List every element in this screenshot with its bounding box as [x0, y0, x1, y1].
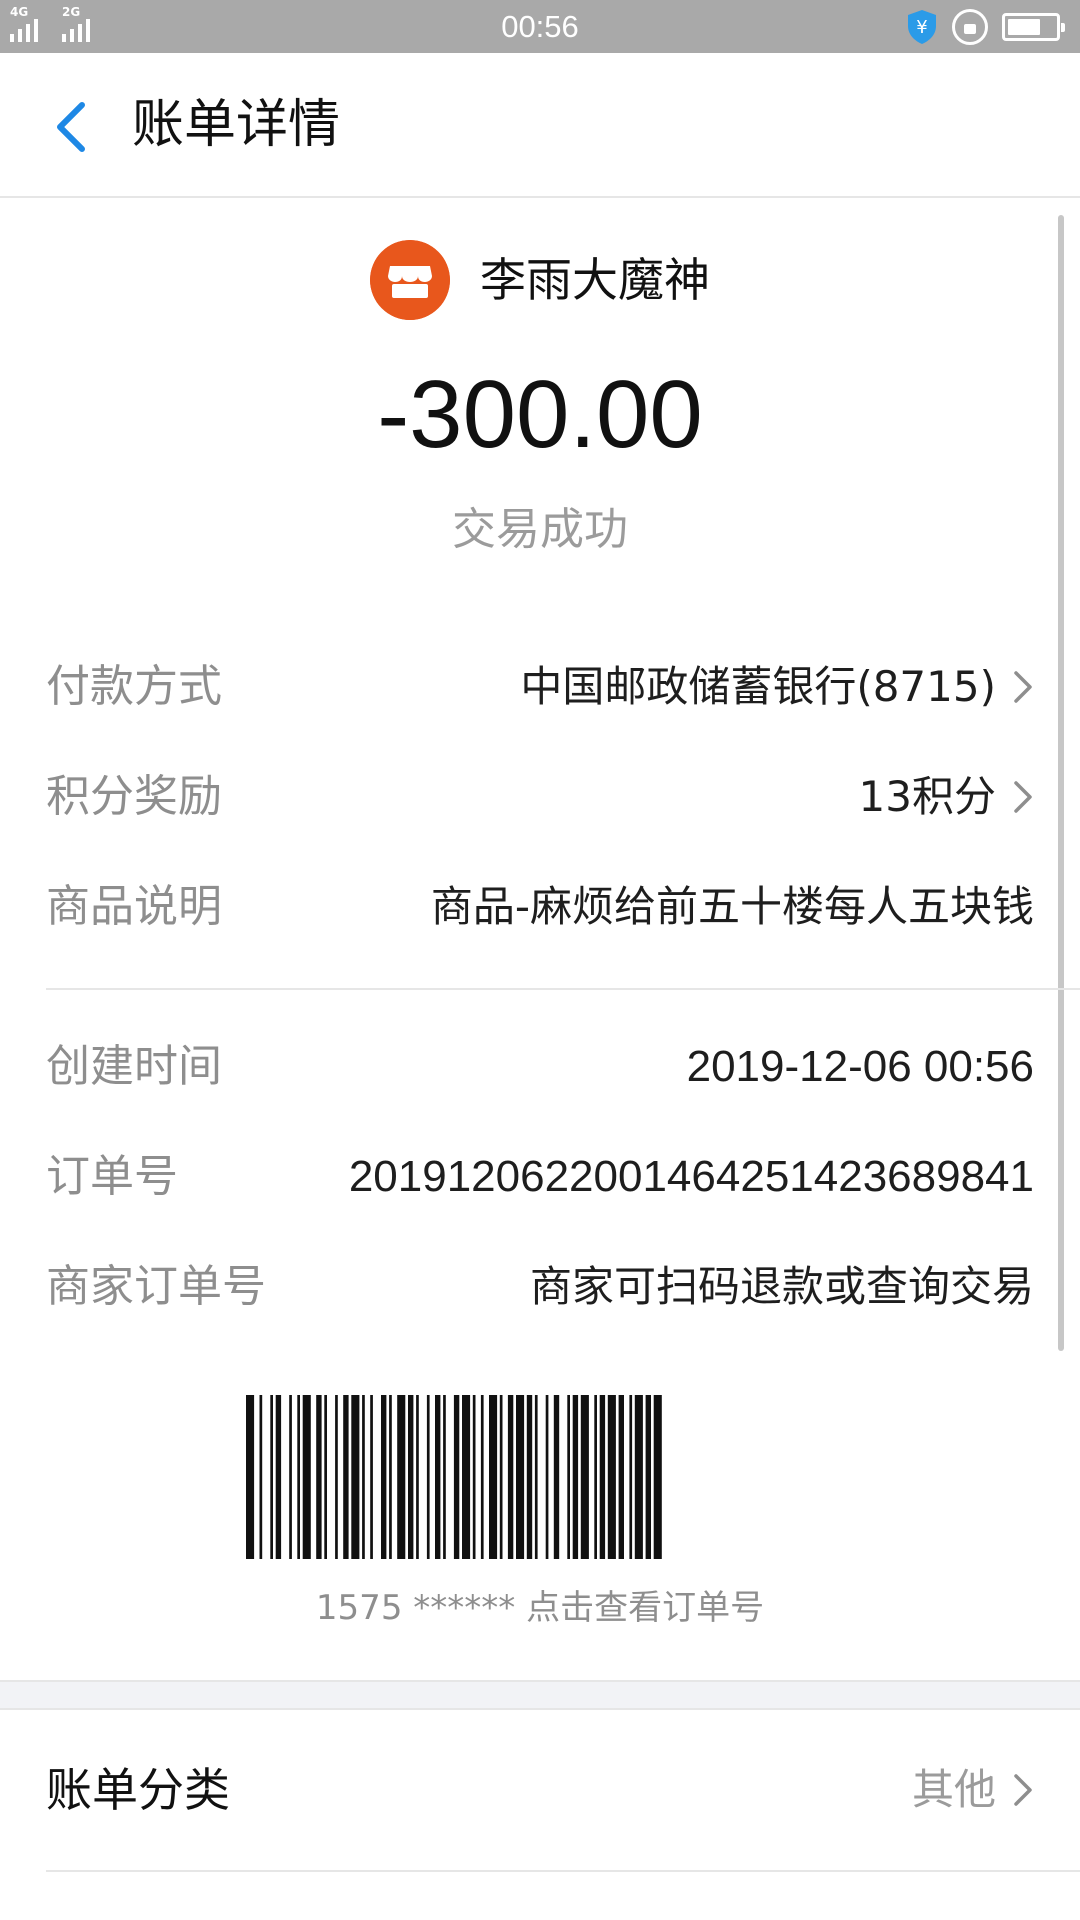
barcode-bar	[443, 1395, 446, 1559]
bill-category-row[interactable]: 账单分类 其他	[46, 1750, 1034, 1830]
barcode-bar	[259, 1395, 263, 1559]
created-time-value: 2019-12-06 00:56	[686, 1042, 1034, 1091]
barcode-bar	[645, 1395, 651, 1559]
merchant-order-value: 商家可扫码退款或查询交易	[529, 1262, 1034, 1311]
barcode-bar	[567, 1395, 570, 1559]
bill-category-label: 账单分类	[46, 1763, 230, 1817]
svg-text:¥: ¥	[916, 17, 927, 38]
barcode-bar	[653, 1395, 662, 1559]
back-arrow-icon[interactable]	[44, 97, 104, 157]
section-gap	[0, 1680, 1080, 1710]
bottom-divider	[46, 1870, 1080, 1872]
barcode-bar	[335, 1395, 338, 1559]
barcode-bar	[580, 1395, 589, 1559]
payment-method-label: 付款方式	[46, 661, 222, 712]
barcode-bar	[516, 1395, 525, 1559]
created-time-label: 创建时间	[46, 1041, 222, 1092]
barcode-bar	[480, 1395, 484, 1559]
created-time-row: 创建时间 2019-12-06 00:56	[46, 1032, 1034, 1102]
barcode-bar	[453, 1395, 460, 1559]
chevron-right-icon	[1014, 1774, 1032, 1806]
nav-bar: 账单详情	[0, 53, 1080, 198]
battery-icon	[1002, 13, 1065, 41]
chevron-right-icon	[1014, 671, 1032, 703]
store-icon	[370, 240, 450, 320]
product-description-label: 商品说明	[46, 881, 222, 932]
merchant-header[interactable]: 李雨大魔神	[0, 240, 1080, 320]
payment-method-value: 中国邮政储蓄银行(8715)	[520, 662, 996, 711]
points-reward-value: 13积分	[858, 772, 996, 821]
barcode-bar	[370, 1395, 373, 1559]
barcode-bar	[270, 1395, 273, 1559]
section-divider	[46, 988, 1080, 990]
page-title: 账单详情	[132, 95, 341, 155]
payment-method-row[interactable]: 付款方式 中国邮政储蓄银行(8715)	[46, 652, 1034, 722]
barcode-bar	[416, 1395, 419, 1559]
barcode-bar	[553, 1395, 560, 1559]
barcode-caption[interactable]: 1575 ****** 点击查看订单号	[0, 1584, 1080, 1632]
barcode-bar	[351, 1395, 360, 1559]
barcode-bar	[302, 1395, 311, 1559]
order-number-value: 2019120622001464251423689841	[348, 1152, 1034, 1201]
barcode-bar	[246, 1395, 255, 1559]
barcode-bar	[389, 1395, 392, 1559]
barcode-bar	[408, 1395, 414, 1559]
status-icons: ¥	[906, 9, 1065, 45]
rotation-lock-icon	[952, 9, 988, 45]
battery-fill	[1008, 19, 1040, 35]
barcode-bar	[594, 1395, 597, 1559]
barcode-bar	[316, 1395, 322, 1559]
barcode-bar	[343, 1395, 349, 1559]
barcode-bar	[362, 1395, 365, 1559]
order-number-row[interactable]: 订单号 2019120622001464251423689841	[46, 1142, 1034, 1212]
product-description-value: 商品-麻烦给前五十楼每人五块钱	[430, 882, 1034, 931]
shield-yuan-icon: ¥	[908, 10, 936, 44]
barcode-bar	[275, 1395, 282, 1559]
merchant-order-label: 商家订单号	[46, 1261, 266, 1312]
barcode-bar	[499, 1395, 503, 1559]
barcode-bar	[629, 1395, 633, 1559]
barcode-bar	[634, 1395, 643, 1559]
barcode[interactable]	[246, 1395, 834, 1559]
points-reward-row[interactable]: 积分奖励 13积分	[46, 762, 1034, 832]
barcode-bar	[599, 1395, 606, 1559]
barcode-bar	[381, 1395, 387, 1559]
barcode-bar	[472, 1395, 476, 1559]
status-bar: 4G 2G 00:56 ¥	[0, 0, 1080, 53]
barcode-bar	[324, 1395, 327, 1559]
barcode-bar	[297, 1395, 300, 1559]
barcode-bar	[545, 1395, 549, 1559]
transaction-status: 交易成功	[452, 504, 628, 555]
order-number-label: 订单号	[46, 1151, 178, 1202]
barcode-bar	[526, 1395, 533, 1559]
barcode-bar	[507, 1395, 514, 1559]
barcode-bar	[435, 1395, 441, 1559]
barcode-bar	[489, 1395, 498, 1559]
barcode-bar	[289, 1395, 292, 1559]
barcode-bar	[572, 1395, 579, 1559]
barcode-bar	[397, 1395, 406, 1559]
barcode-bar	[607, 1395, 616, 1559]
barcode-bar	[462, 1395, 471, 1559]
barcode-bar	[534, 1395, 538, 1559]
barcode-bar	[426, 1395, 430, 1559]
points-reward-label: 积分奖励	[46, 771, 222, 822]
chevron-right-icon	[1014, 781, 1032, 813]
bill-category-value: 其他	[911, 1765, 996, 1814]
merchant-name: 李雨大魔神	[480, 253, 710, 307]
merchant-order-row[interactable]: 商家订单号 商家可扫码退款或查询交易	[46, 1252, 1034, 1322]
barcode-bar	[618, 1395, 624, 1559]
product-description-row: 商品说明 商品-麻烦给前五十楼每人五块钱	[46, 872, 1034, 942]
transaction-amount: -300.00	[377, 361, 703, 468]
